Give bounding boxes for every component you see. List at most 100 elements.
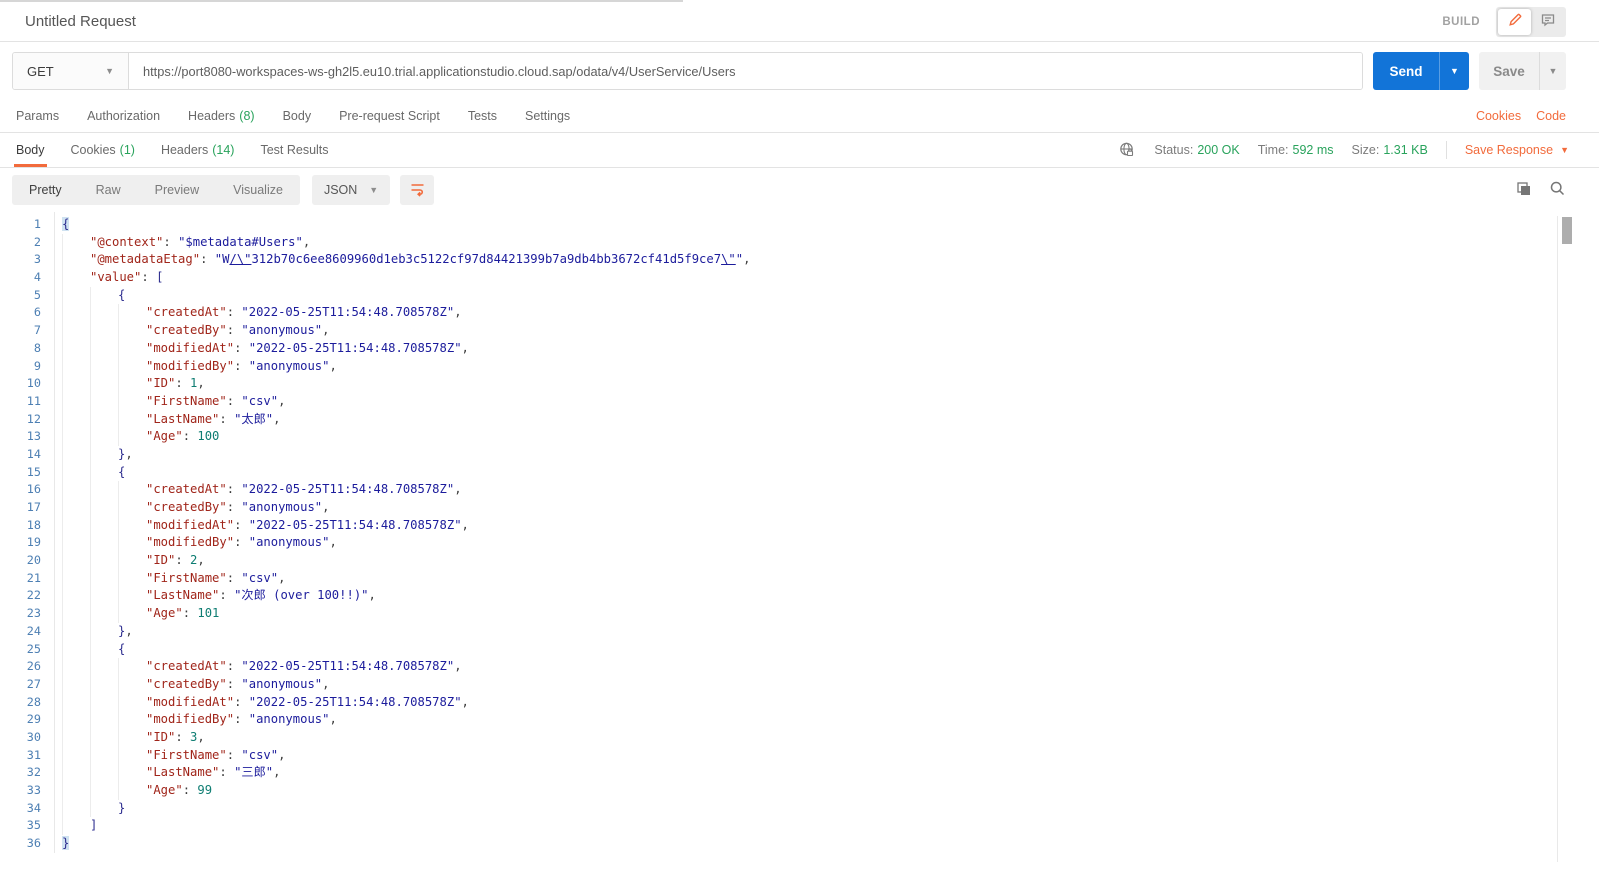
- scrollbar-thumb[interactable]: [1562, 217, 1572, 244]
- indent-guide: [62, 658, 90, 676]
- line-number: 23: [26, 606, 41, 621]
- indent-guide: [62, 640, 90, 659]
- indent-guide: [62, 817, 90, 836]
- indent-guide: [62, 746, 90, 765]
- request-tab-body[interactable]: Body: [283, 109, 312, 123]
- line-number-gutter: 1 2 3 4 5 6 7 8 9 10 11 12 13 14 15 16 17 18 19 20 21 22 23 24 2…: [0, 212, 55, 853]
- indent-guide: [62, 728, 90, 747]
- indent-guide: [118, 711, 146, 729]
- code-line: "ID": 1,: [62, 375, 750, 393]
- view-mode-pretty[interactable]: Pretty: [12, 175, 79, 205]
- code-line: {: [62, 463, 750, 482]
- code-link[interactable]: Code: [1536, 109, 1566, 123]
- view-mode-raw[interactable]: Raw: [79, 175, 138, 205]
- indent-guide: [90, 304, 118, 323]
- response-tab-headers[interactable]: Headers (14): [161, 133, 234, 167]
- view-mode-preview[interactable]: Preview: [138, 175, 216, 205]
- line-number: 8: [33, 340, 41, 355]
- search-icon: [1549, 180, 1566, 200]
- save-options-button[interactable]: ▼: [1539, 52, 1566, 90]
- request-tab-params[interactable]: Params: [16, 109, 59, 123]
- line-number: 32: [26, 765, 41, 780]
- request-header: Untitled Request BUILD: [0, 0, 1599, 42]
- request-tab-tests[interactable]: Tests: [468, 109, 497, 123]
- line-number: 9: [33, 358, 41, 373]
- code-line: "Age": 99: [62, 782, 750, 800]
- save-response-button[interactable]: Save Response ▼: [1465, 143, 1569, 157]
- indent-guide: [62, 339, 90, 358]
- response-tab-body[interactable]: Body: [14, 133, 46, 167]
- line-number: 6: [33, 305, 41, 320]
- line-number: 14: [26, 446, 41, 461]
- code-line: },: [62, 622, 750, 641]
- send-button-group: Send ▼: [1373, 52, 1469, 90]
- line-number: 15: [26, 464, 41, 479]
- copy-button[interactable]: [1515, 180, 1532, 200]
- indent-guide: [62, 552, 90, 570]
- format-select[interactable]: JSON ▼: [311, 175, 391, 205]
- tab-count-badge: (14): [212, 143, 235, 157]
- edit-mode-button[interactable]: [1498, 8, 1531, 35]
- wrap-text-button[interactable]: [400, 175, 435, 205]
- indent-guide: [90, 534, 118, 553]
- indent-guide: [90, 782, 118, 800]
- indent-guide: [90, 711, 118, 729]
- indent-guide: [90, 640, 118, 659]
- response-tab-cookies[interactable]: Cookies (1): [71, 133, 135, 167]
- line-number: 22: [26, 588, 41, 603]
- view-mode-visualize[interactable]: Visualize: [216, 175, 300, 205]
- cookies-link[interactable]: Cookies: [1476, 109, 1521, 123]
- code-line: "ID": 3,: [62, 728, 750, 747]
- indent-guide: [118, 392, 146, 411]
- send-options-button[interactable]: ▼: [1439, 52, 1469, 90]
- line-number: 33: [26, 783, 41, 797]
- request-tab-authorization[interactable]: Authorization: [87, 109, 160, 123]
- indent-guide: [118, 587, 146, 606]
- code-line: },: [62, 445, 750, 464]
- code-content: {"@context": "$metadata#Users", "@metadat…: [55, 212, 750, 853]
- window-top-border: [0, 0, 683, 2]
- url-input[interactable]: [129, 53, 1362, 89]
- indent-guide: [90, 481, 118, 499]
- save-button[interactable]: Save: [1479, 52, 1539, 90]
- indent-guide: [62, 569, 90, 588]
- indent-guide: [90, 764, 118, 782]
- code-line: "modifiedAt": "2022-05-25T11:54:48.70857…: [62, 339, 750, 358]
- request-tab-pre-request-script[interactable]: Pre-request Script: [339, 109, 440, 123]
- code-line: "createdAt": "2022-05-25T11:54:48.708578…: [62, 658, 750, 676]
- indent-guide: [62, 269, 90, 287]
- line-number: 2: [33, 234, 41, 249]
- comments-button[interactable]: [1531, 9, 1564, 35]
- line-number: 1: [33, 217, 41, 231]
- indent-guide: [90, 357, 118, 376]
- send-button[interactable]: Send: [1373, 52, 1439, 90]
- code-line: "FirstName": "csv",: [62, 569, 750, 588]
- code-line: "LastName": "次郎 (over 100!!)",: [62, 587, 750, 606]
- indent-guide: [118, 782, 146, 800]
- indent-guide: [62, 428, 90, 446]
- code-line: "modifiedBy": "anonymous",: [62, 711, 750, 729]
- chevron-down-icon: ▼: [105, 66, 114, 76]
- search-button[interactable]: [1549, 180, 1566, 200]
- indent-guide: [90, 286, 118, 305]
- code-line: {: [62, 286, 750, 305]
- size-badge: Size: 1.31 KB: [1351, 143, 1428, 157]
- response-viewer-toolbar: Pretty Raw Preview Visualize JSON ▼: [0, 168, 1599, 212]
- request-tab-headers[interactable]: Headers (8): [188, 109, 255, 123]
- request-tab-settings[interactable]: Settings: [525, 109, 570, 123]
- indent-guide: [62, 286, 90, 305]
- indent-guide: [90, 499, 118, 517]
- indent-guide: [62, 516, 90, 535]
- request-bar: GET ▼ Send ▼ Save ▼: [0, 42, 1599, 100]
- request-links: Cookies Code: [1476, 109, 1566, 123]
- line-number: 20: [26, 553, 41, 568]
- method-select[interactable]: GET ▼: [13, 53, 129, 89]
- code-line: "ID": 2,: [62, 552, 750, 570]
- line-number: 17: [26, 500, 41, 514]
- response-tab-test-results[interactable]: Test Results: [260, 133, 328, 167]
- method-value: GET: [27, 63, 54, 79]
- indent-guide: [62, 499, 90, 517]
- indent-guide: [118, 605, 146, 623]
- response-body-editor[interactable]: 1 2 3 4 5 6 7 8 9 10 11 12 13 14 15 16 17 18 19 20 21 22 23 24 2…: [0, 212, 1599, 870]
- indent-guide: [62, 605, 90, 623]
